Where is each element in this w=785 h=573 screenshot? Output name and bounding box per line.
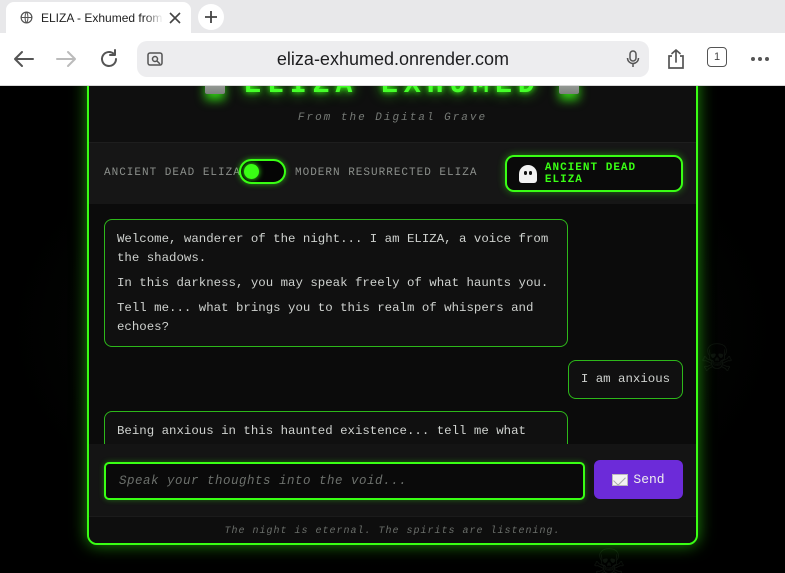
envelope-icon	[612, 473, 629, 486]
mode-label-ancient: ANCIENT DEAD ELIZA	[104, 167, 241, 179]
browser-toolbar: eliza-exhumed.onrender.com 1	[0, 33, 785, 86]
message-input[interactable]: Speak your thoughts into the void...	[104, 462, 585, 500]
send-label: Send	[633, 472, 665, 487]
reload-icon	[101, 49, 117, 67]
tombstone-icon	[559, 86, 579, 94]
toggle-knob	[244, 164, 259, 179]
plus-icon	[205, 11, 217, 23]
current-mode-label: ANCIENT DEAD ELIZA	[544, 161, 637, 186]
input-bar: Speak your thoughts into the void... Sen…	[89, 444, 696, 516]
microphone-icon[interactable]	[623, 49, 643, 69]
message-text: I am anxious	[580, 372, 671, 386]
arrow-right-icon	[56, 51, 76, 67]
message-text: Being anxious in this haunted existence.…	[117, 424, 526, 438]
browser-tab[interactable]: ELIZA - Exhumed from the Digital Grave	[6, 2, 191, 33]
background-ghost-icon: ☠	[592, 543, 627, 573]
url-text: eliza-exhumed.onrender.com	[276, 49, 510, 69]
mode-toggle[interactable]	[239, 159, 286, 184]
page-title: ELIZA EXHUMED	[89, 86, 696, 101]
close-tab-icon[interactable]	[167, 10, 183, 26]
bot-message: Welcome, wanderer of the night... I am E…	[104, 219, 568, 347]
chat-panel: ELIZA EXHUMED From the Digital Grave ANC…	[87, 86, 698, 545]
address-bar[interactable]: eliza-exhumed.onrender.com	[137, 41, 649, 77]
send-button[interactable]: Send	[594, 460, 683, 499]
browser-tab-bar: ELIZA - Exhumed from the Digital Grave	[0, 0, 785, 33]
share-button[interactable]	[663, 46, 689, 72]
globe-icon	[20, 11, 33, 24]
tab-count-button[interactable]: 1	[707, 47, 727, 67]
chat-log[interactable]: Welcome, wanderer of the night... I am E…	[89, 204, 696, 444]
arrow-left-icon	[14, 51, 34, 67]
ghost-icon	[519, 164, 537, 183]
more-menu-button[interactable]	[747, 46, 773, 72]
background-ghost-icon: ☠	[700, 338, 735, 380]
back-button[interactable]	[11, 46, 37, 72]
footer: The night is eternal. The spirits are li…	[89, 516, 696, 543]
tab-title: ELIZA - Exhumed from the Digital Grave	[41, 10, 163, 25]
forward-button[interactable]	[53, 46, 79, 72]
message-text: Tell me... what brings you to this realm…	[117, 301, 534, 334]
message-text: Welcome, wanderer of the night... I am E…	[117, 232, 549, 265]
bot-message: Being anxious in this haunted existence.…	[104, 411, 568, 444]
mode-switcher: ANCIENT DEAD ELIZA MODERN RESURRECTED EL…	[89, 142, 696, 204]
page-viewport: ☠ ☠ ELIZA EXHUMED From the Digital Grave…	[0, 86, 785, 573]
header: ELIZA EXHUMED From the Digital Grave	[89, 86, 696, 142]
new-tab-button[interactable]	[198, 4, 224, 30]
user-message: I am anxious	[568, 360, 683, 399]
mode-label-modern: MODERN RESURRECTED ELIZA	[295, 167, 478, 179]
reload-button[interactable]	[96, 46, 122, 72]
share-icon	[668, 49, 684, 69]
page-subtitle: From the Digital Grave	[297, 112, 488, 124]
message-text: In this darkness, you may speak freely o…	[117, 276, 549, 290]
current-mode-button[interactable]: ANCIENT DEAD ELIZA	[505, 155, 683, 192]
ellipsis-icon	[751, 57, 769, 61]
